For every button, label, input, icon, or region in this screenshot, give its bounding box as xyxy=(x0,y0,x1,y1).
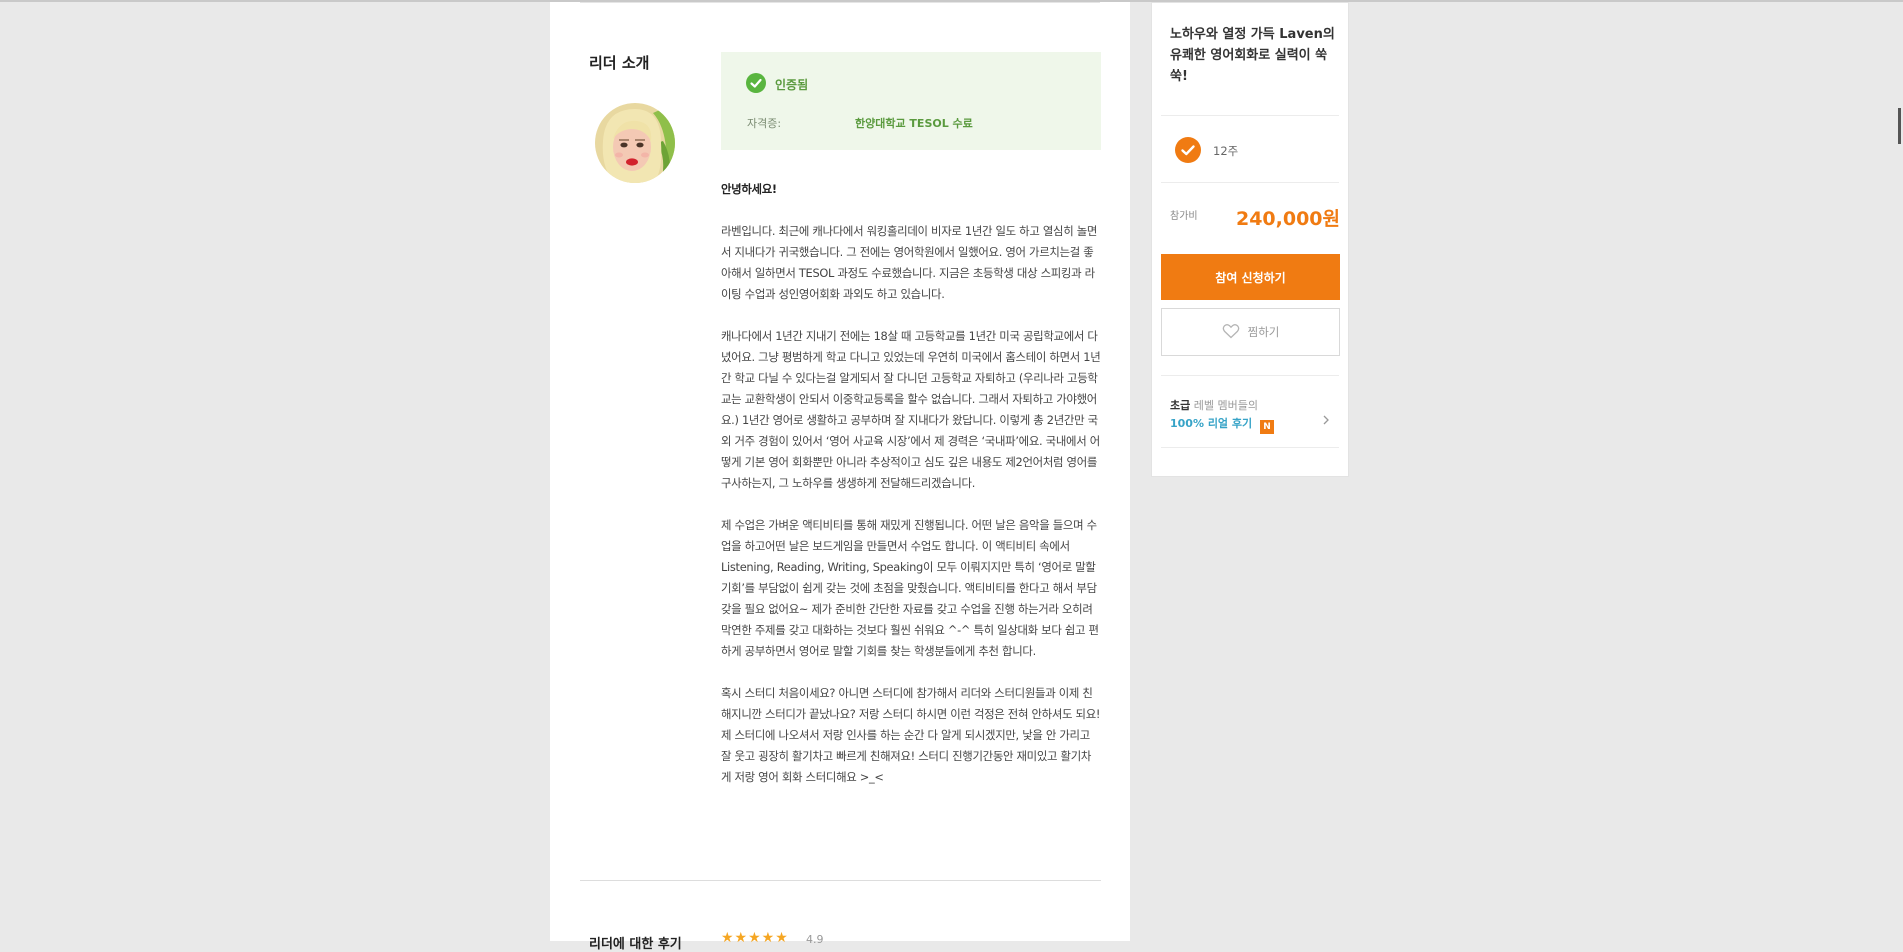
duration-check-icon xyxy=(1175,137,1201,163)
leader-reviews-heading: 리더에 대한 후기 xyxy=(589,937,682,952)
bio-greeting: 안녕하세요! xyxy=(721,182,777,196)
enrollment-sidebar: 노하우와 열정 가득 Laven의 유쾌한 영어회화로 실력이 쑥쑥! 12주 … xyxy=(1151,2,1349,477)
leader-intro-section: 리더 소개 인증됨 자격증: 한양대학교 TESOL 수료 안녕하세요! 라벤입… xyxy=(550,2,1130,952)
real-review-text: 100% 리얼 후기 xyxy=(1170,417,1253,430)
section-divider xyxy=(580,880,1101,881)
bio-paragraph: 혹시 스터디 처음이세요? 아니면 스터디에 참가해서 리더와 스터디원들과 이… xyxy=(721,686,1101,784)
bio-paragraph: 캐나다에서 1년간 지내기 전에는 18살 때 고등학교를 1년간 미국 공립학… xyxy=(721,329,1101,490)
certification-box: 인증됨 자격증: 한양대학교 TESOL 수료 xyxy=(721,52,1101,150)
fee-value: 240,000원 xyxy=(1235,208,1340,230)
verified-status: 인증됨 xyxy=(775,78,809,92)
new-badge: N xyxy=(1259,420,1274,434)
wishlist-button[interactable]: 찜하기 xyxy=(1161,308,1340,356)
sidebar-divider xyxy=(1161,182,1339,183)
certificate-label: 자격증: xyxy=(747,117,782,130)
bio-paragraph: 제 수업은 가벼운 액티비티를 통해 재밌게 진행됩니다. 어떤 날은 음악을 … xyxy=(721,518,1099,658)
study-title: 노하우와 열정 가득 Laven의 유쾌한 영어회화로 실력이 쑥쑥! xyxy=(1170,27,1335,84)
heart-icon xyxy=(1222,323,1240,342)
study-duration: 12주 xyxy=(1213,144,1239,158)
bio-paragraph: 라벤입니다. 최근에 캐나다에서 워킹홀리데이 비자로 1년간 일도 하고 열심… xyxy=(721,224,1098,301)
leader-avatar xyxy=(595,103,675,183)
sidebar-divider xyxy=(1161,115,1339,116)
real-reviews-link[interactable]: 초급 레벨 멤버들의 100% 리얼 후기 N xyxy=(1161,387,1340,437)
fee-label: 참가비 xyxy=(1170,211,1198,222)
apply-button[interactable]: 참여 신청하기 xyxy=(1161,254,1340,300)
rating-stars: ★★★★★ xyxy=(721,930,789,946)
real-review-text-line: 100% 리얼 후기 N xyxy=(1170,415,1274,434)
scrollbar-thumb[interactable] xyxy=(1898,108,1901,144)
level-name: 초급 xyxy=(1170,399,1191,412)
level-description: 초급 레벨 멤버들의 xyxy=(1170,397,1258,413)
verified-check-icon xyxy=(746,73,766,93)
wishlist-label: 찜하기 xyxy=(1247,325,1280,339)
leader-bio: 안녕하세요! 라벤입니다. 최근에 캐나다에서 워킹홀리데이 비자로 1년간 일… xyxy=(721,179,1101,809)
rating-score: 4.9 xyxy=(806,933,824,946)
sidebar-divider xyxy=(1161,447,1339,448)
certificate-value: 한양대학교 TESOL 수료 xyxy=(855,117,973,130)
sidebar-divider xyxy=(1161,375,1339,376)
section-divider xyxy=(580,2,1100,3)
level-suffix: 레벨 멤버들의 xyxy=(1193,399,1258,412)
chevron-right-icon xyxy=(1320,412,1332,426)
leader-intro-heading: 리더 소개 xyxy=(589,54,650,72)
